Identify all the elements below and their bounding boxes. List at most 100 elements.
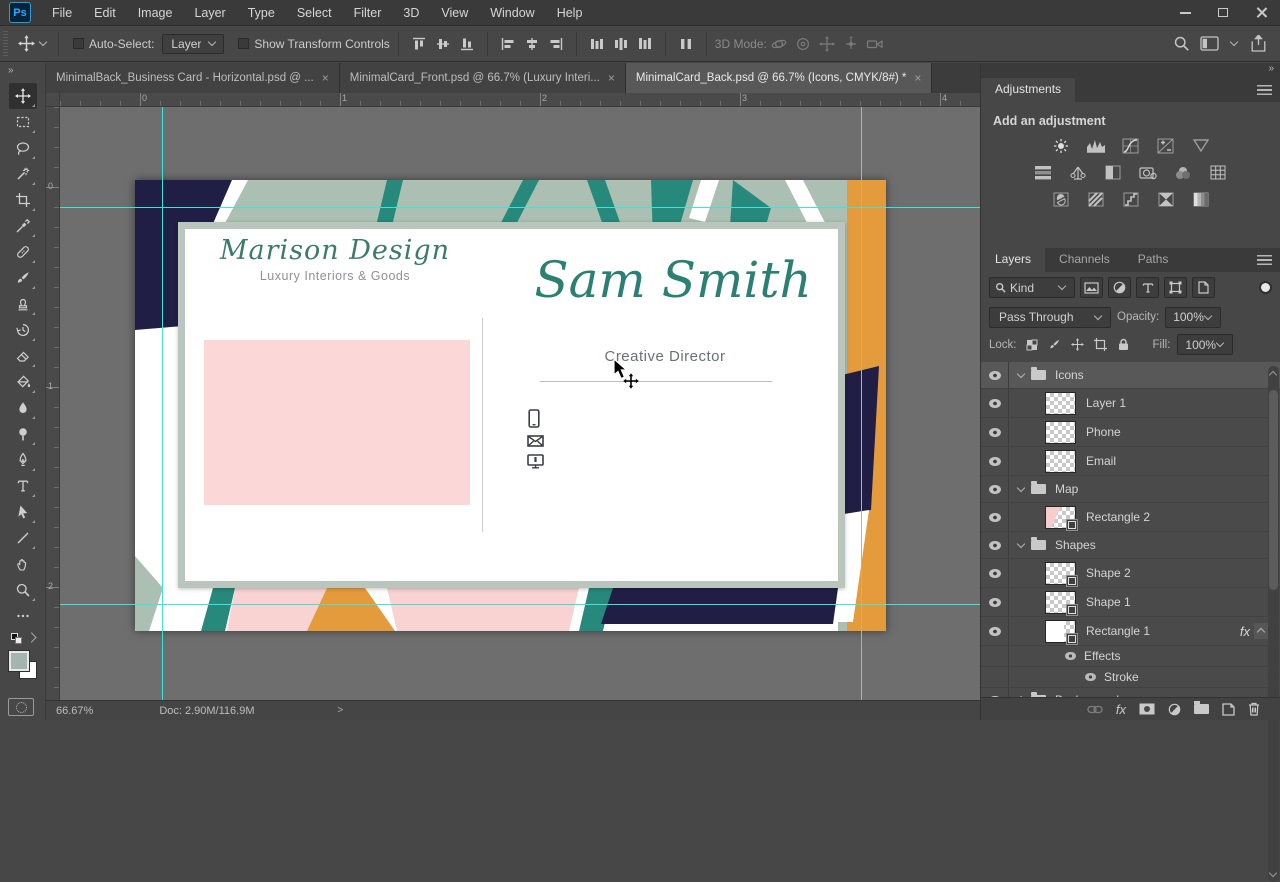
effects-visibility-icon[interactable]	[1065, 652, 1076, 660]
layer-group-background[interactable]: Background	[981, 688, 1280, 697]
lasso-tool[interactable]	[9, 135, 37, 161]
filter-adjustment-layers-icon[interactable]	[1108, 277, 1131, 298]
visibility-toggle[interactable]	[981, 688, 1009, 697]
stroke-visibility-icon[interactable]	[1085, 673, 1096, 681]
ruler-origin[interactable]	[46, 93, 60, 107]
distribute-vertical-centers-icon[interactable]	[609, 32, 633, 56]
quick-selection-tool[interactable]	[9, 161, 37, 187]
layer-row-rectangle2[interactable]: Rectangle 2	[981, 503, 1280, 532]
document-canvas[interactable]: Marison Design Luxury Interiors & Goods …	[135, 180, 886, 631]
layer-row-layer1[interactable]: Layer 1	[981, 389, 1280, 418]
tab-minimalback-business-card[interactable]: MinimalBack_Business Card - Horizontal.p…	[46, 63, 340, 93]
color-balance-icon[interactable]	[1066, 164, 1090, 181]
type-tool[interactable]	[9, 473, 37, 499]
scroll-up-icon[interactable]	[1269, 371, 1277, 379]
eraser-tool[interactable]	[9, 343, 37, 369]
menu-window[interactable]: Window	[479, 0, 545, 26]
zoom-tool[interactable]	[9, 577, 37, 603]
align-bottom-edges-icon[interactable]	[455, 32, 479, 56]
window-minimize-icon[interactable]	[1166, 0, 1204, 26]
add-mask-icon[interactable]	[1139, 703, 1155, 715]
layer-thumbnail[interactable]	[1045, 591, 1076, 614]
tab-close-icon[interactable]: ×	[322, 72, 329, 84]
invert-icon[interactable]	[1049, 191, 1073, 208]
visibility-toggle[interactable]	[981, 588, 1009, 616]
scroll-down-icon[interactable]	[1269, 869, 1277, 877]
delete-layer-icon[interactable]	[1248, 702, 1260, 716]
distribute-top-edges-icon[interactable]	[585, 32, 609, 56]
gradient-map-icon[interactable]	[1154, 191, 1178, 208]
status-options-arrow-icon[interactable]: >	[337, 705, 343, 716]
crop-tool[interactable]	[9, 187, 37, 213]
lock-position-icon[interactable]	[1070, 337, 1086, 353]
chevron-down-icon[interactable]	[1017, 370, 1025, 378]
layers-scrollbar[interactable]	[1268, 366, 1279, 882]
hand-tool[interactable]	[9, 551, 37, 577]
chevron-down-icon[interactable]	[1017, 540, 1025, 548]
align-right-edges-icon[interactable]	[544, 32, 568, 56]
panel-collapse-icon[interactable]: »	[981, 63, 1280, 78]
layers-menu-icon[interactable]	[1257, 255, 1272, 265]
tab-layers[interactable]: Layers	[981, 248, 1045, 272]
healing-brush-tool[interactable]	[9, 239, 37, 265]
3d-camera-icon[interactable]	[863, 32, 887, 56]
menu-file[interactable]: File	[41, 0, 83, 26]
horizontal-ruler[interactable]: 0 1 2 3 4	[60, 93, 980, 107]
new-adjustment-layer-icon[interactable]	[1168, 703, 1181, 716]
3d-pan-icon[interactable]	[815, 32, 839, 56]
layer-fx-badge[interactable]: fx	[1240, 624, 1254, 639]
menu-edit[interactable]: Edit	[83, 0, 127, 26]
threshold-icon[interactable]	[1119, 191, 1143, 208]
clone-stamp-tool[interactable]	[9, 291, 37, 317]
history-brush-tool[interactable]	[9, 317, 37, 343]
foreground-color-swatch[interactable]	[9, 651, 29, 671]
color-lookup-icon[interactable]	[1206, 164, 1230, 181]
layer-thumbnail[interactable]	[1045, 450, 1076, 473]
toolbar-collapse-icon[interactable]: »	[0, 63, 45, 79]
fill-dropdown[interactable]: 100%	[1177, 334, 1233, 355]
workspace-caret-icon[interactable]	[1230, 38, 1238, 46]
dodge-tool[interactable]	[9, 421, 37, 447]
new-layer-icon[interactable]	[1222, 703, 1235, 716]
filter-pixel-layers-icon[interactable]	[1080, 277, 1103, 298]
layer-thumbnail[interactable]	[1045, 392, 1076, 415]
window-maximize-icon[interactable]	[1204, 0, 1242, 26]
move-tool-icon[interactable]	[14, 32, 38, 56]
visibility-toggle[interactable]	[981, 476, 1009, 502]
menu-image[interactable]: Image	[127, 0, 184, 26]
visibility-toggle[interactable]	[981, 559, 1009, 587]
photo-filter-icon[interactable]	[1136, 164, 1160, 181]
layer-stroke-row[interactable]: Stroke	[981, 667, 1280, 688]
layer-group-shapes[interactable]: Shapes	[981, 532, 1280, 559]
filtering-toggle[interactable]	[1259, 281, 1272, 294]
align-vertical-centers-icon[interactable]	[431, 32, 455, 56]
pen-tool[interactable]	[9, 447, 37, 473]
zoom-level-field[interactable]: 66.67%	[46, 705, 103, 717]
lock-transparency-icon[interactable]	[1024, 337, 1040, 353]
layer-thumbnail[interactable]	[1045, 562, 1076, 585]
visibility-toggle[interactable]	[981, 532, 1009, 558]
filter-type-layers-icon[interactable]	[1136, 277, 1159, 298]
canvas-area[interactable]: 0 1 2 3 4 0 1 2	[46, 93, 980, 700]
brush-tool[interactable]	[9, 265, 37, 291]
window-close-icon[interactable]	[1242, 0, 1280, 26]
tab-channels[interactable]: Channels	[1045, 248, 1124, 272]
blur-tool[interactable]	[9, 395, 37, 421]
document-size-info[interactable]: Doc: 2.90M/116.9M	[159, 705, 329, 717]
tab-close-icon[interactable]: ×	[608, 72, 615, 84]
auto-select-checkbox[interactable]	[73, 38, 84, 49]
menu-3d[interactable]: 3D	[392, 0, 430, 26]
levels-icon[interactable]	[1084, 137, 1108, 154]
map-placeholder-rectangle[interactable]	[204, 340, 470, 505]
menu-layer[interactable]: Layer	[183, 0, 236, 26]
layer-thumbnail[interactable]	[1045, 506, 1076, 529]
visibility-toggle[interactable]	[981, 418, 1009, 446]
menu-filter[interactable]: Filter	[343, 0, 393, 26]
vertical-guide[interactable]	[162, 107, 163, 700]
align-top-edges-icon[interactable]	[407, 32, 431, 56]
hue-saturation-icon[interactable]	[1031, 164, 1055, 181]
3d-slide-icon[interactable]	[839, 32, 863, 56]
distribute-bottom-edges-icon[interactable]	[633, 32, 657, 56]
layer-thumbnail[interactable]	[1045, 620, 1076, 643]
exposure-icon[interactable]	[1154, 137, 1178, 154]
